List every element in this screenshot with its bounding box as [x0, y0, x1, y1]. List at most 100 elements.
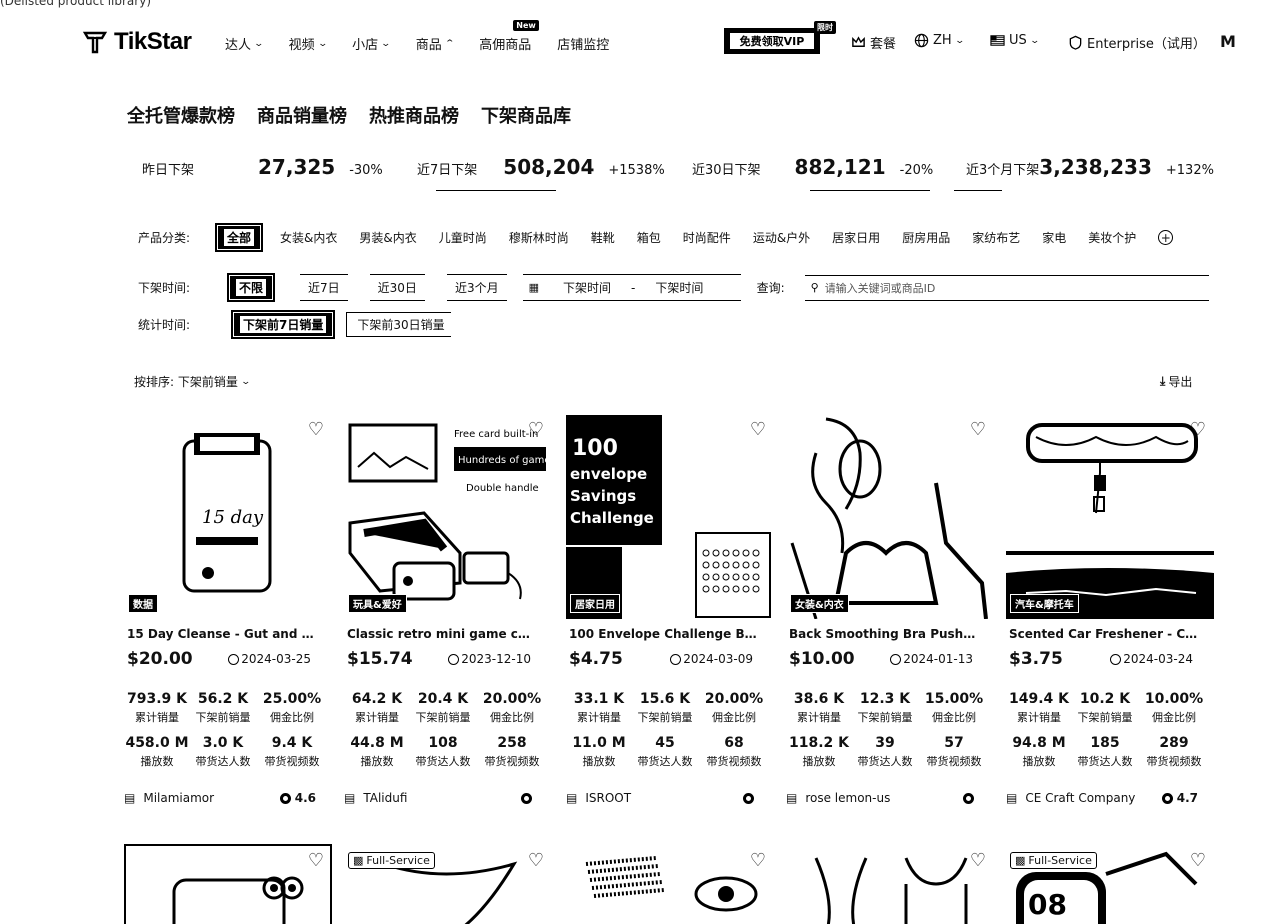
tab-3[interactable]: 下架商品库 — [481, 102, 571, 128]
search-input[interactable]: ⚲ 请输入关键词或商品ID — [804, 274, 1209, 301]
product-card[interactable]: ♡ 汽车&摩托车 Scented Car Freshener - Car Ai...… — [1006, 413, 1214, 805]
price-row: $3.75 2024-03-24 — [1009, 649, 1193, 669]
heart-icon[interactable]: ♡ — [308, 852, 324, 870]
more-categories-icon[interactable]: + — [1158, 230, 1174, 245]
time-option-all[interactable]: 不限 — [226, 273, 276, 302]
product-card-partial[interactable]: 08 ▩ Full-Service ♡ — [1006, 844, 1214, 924]
nav-item-3[interactable]: 商品 ⌃ — [416, 34, 455, 53]
nav-item-label: 视频 — [288, 38, 315, 53]
metric-total-sales: 38.6 K 累计销量 — [786, 691, 852, 725]
category-chip-6[interactable]: 箱包 — [637, 229, 661, 246]
product-card-partial[interactable]: ♡ — [566, 844, 774, 924]
category-chip-10[interactable]: 厨房用品 — [902, 229, 950, 246]
metric-label: 带货达人数 — [857, 755, 913, 768]
category-chip-13[interactable]: 美妆个护 — [1088, 229, 1136, 246]
chevron-down-icon: ⌄ — [253, 38, 265, 49]
heart-icon[interactable]: ♡ — [750, 852, 766, 870]
metric-value: 56.2 K — [197, 691, 249, 707]
date-start-field[interactable]: 下架时间 — [563, 279, 611, 296]
seller-info: ▤ Milamiamor — [124, 791, 214, 805]
time-option-3m[interactable]: 近3个月 — [446, 274, 507, 301]
enterprise-link[interactable]: Enterprise（试用） — [1068, 33, 1206, 52]
stat-option-30d[interactable]: 下架前30日销量 — [346, 312, 451, 337]
plans-link[interactable]: 套餐 — [851, 33, 896, 52]
language-selector[interactable]: ZH ⌄ — [914, 33, 965, 48]
logo[interactable]: TikStar — [82, 28, 192, 56]
metric-creators: 45 带货达人数 — [632, 735, 698, 769]
tab-1[interactable]: 商品销量榜 — [257, 102, 347, 128]
stat-underline — [436, 190, 556, 191]
heart-icon[interactable]: ♡ — [970, 421, 986, 439]
product-image[interactable]: Free card built-in Hundreds of games Doubl… — [344, 413, 552, 619]
region-selector[interactable]: US ⌄ — [990, 33, 1040, 48]
product-card[interactable]: Free card built-in Hundreds of games Doubl… — [344, 413, 552, 805]
product-card-partial[interactable]: ♡ — [786, 844, 994, 924]
category-chip-11[interactable]: 家纺布艺 — [972, 229, 1020, 246]
product-card[interactable]: 100 envelope Savings Challenge ♡ 居家日用 100 Enve… — [566, 413, 774, 805]
tab-2[interactable]: 热推商品榜 — [369, 102, 459, 128]
product-title[interactable]: Classic retro mini game conso... — [347, 627, 537, 641]
category-chip-4[interactable]: 穆斯林时尚 — [509, 229, 569, 246]
category-chip-12[interactable]: 家电 — [1042, 229, 1066, 246]
product-card[interactable]: ♡ 女装&内衣 Back Smoothing Bra PushUp ... $10.0… — [786, 413, 994, 805]
seller-row[interactable]: ▤ ISROOT — [566, 791, 758, 805]
product-image[interactable]: 100 envelope Savings Challenge ♡ 居家日用 — [566, 413, 774, 619]
shield-icon — [1069, 35, 1082, 50]
metric-label: 佣金比例 — [270, 711, 314, 724]
product-image[interactable]: ♡ 女装&内衣 — [786, 413, 994, 619]
nav-item-4[interactable]: 高佣商品 New — [479, 20, 539, 53]
sort-dropdown[interactable]: 按排序: 下架前销量 ⌄ — [134, 373, 251, 390]
category-chip-0[interactable]: 全部 — [214, 223, 264, 252]
heart-icon[interactable]: ♡ — [1190, 421, 1206, 439]
time-option-7d[interactable]: 近7日 — [300, 274, 348, 301]
metric-label: 佣金比例 — [932, 711, 976, 724]
tab-0[interactable]: 全托管爆款榜 — [127, 102, 235, 128]
category-chip-9[interactable]: 居家日用 — [832, 229, 880, 246]
heart-icon[interactable]: ♡ — [750, 421, 766, 439]
category-chip-5[interactable]: 鞋靴 — [591, 229, 615, 246]
product-card-partial[interactable]: ♡ — [124, 844, 332, 924]
heart-icon[interactable]: ♡ — [308, 421, 324, 439]
category-chip-1[interactable]: 女装&内衣 — [280, 229, 337, 246]
avatar[interactable]: M — [1220, 32, 1236, 51]
nav-item-1[interactable]: 视频 ⌄ — [288, 34, 328, 53]
nav-item-0[interactable]: 达人 ⌄ — [225, 34, 265, 53]
stat-option-7d[interactable]: 下架前7日销量 — [230, 310, 336, 339]
seller-row[interactable]: ▤ rose lemon-us — [786, 791, 978, 805]
heart-icon[interactable]: ♡ — [1190, 852, 1206, 870]
product-title[interactable]: Scented Car Freshener - Car Ai... — [1009, 627, 1199, 641]
product-title[interactable]: Back Smoothing Bra PushUp ... — [789, 627, 979, 641]
nav-item-2[interactable]: 小店 ⌄ — [352, 34, 391, 53]
category-chip-2[interactable]: 男装&内衣 — [359, 229, 416, 246]
date-range-picker[interactable]: ▦ 下架时间 - 下架时间 — [522, 274, 741, 301]
product-title[interactable]: 100 Envelope Challenge Binde... — [569, 627, 759, 641]
seller-row[interactable]: ▤ Milamiamor 4.6 — [124, 791, 316, 805]
metric-total-sales: 149.4 K 累计销量 — [1006, 691, 1072, 725]
seller-row[interactable]: ▤ CE Craft Company 4.7 — [1006, 791, 1198, 805]
heart-icon[interactable]: ♡ — [528, 421, 544, 439]
nav-item-5[interactable]: 店铺监控 — [557, 34, 609, 53]
heart-icon[interactable]: ♡ — [970, 852, 986, 870]
product-card-partial[interactable]: ▩ Full-Service ♡ — [344, 844, 552, 924]
category-chip-3[interactable]: 儿童时尚 — [439, 229, 487, 246]
stat-change: +132% — [1165, 163, 1214, 178]
metric-label: 佣金比例 — [712, 711, 756, 724]
product-card[interactable]: 15 day ♡ 数据 15 Day Cleanse - Gut and Colo..… — [124, 413, 332, 805]
metric-value: 68 — [724, 735, 744, 751]
free-vip-button[interactable]: 免费领取VIP — [724, 28, 820, 54]
category-chip-7[interactable]: 时尚配件 — [683, 229, 731, 246]
heart-icon[interactable]: ♡ — [528, 852, 544, 870]
seller-row[interactable]: ▤ TAlidufi — [344, 791, 536, 805]
metric-value: 10.00% — [1144, 691, 1204, 707]
stat-underline — [954, 190, 1002, 191]
svg-text:Free card built-in: Free card built-in — [454, 429, 538, 440]
time-option-30d[interactable]: 近30日 — [369, 274, 425, 301]
product-image[interactable]: 15 day ♡ 数据 — [124, 413, 332, 619]
product-title[interactable]: 15 Day Cleanse - Gut and Colo... — [127, 627, 317, 641]
product-image[interactable]: ♡ 汽车&摩托车 — [1006, 413, 1214, 619]
category-chip-8[interactable]: 运动&户外 — [753, 229, 810, 246]
date-end-field[interactable]: 下架时间 — [655, 279, 703, 296]
stat-change: +1538% — [608, 163, 665, 178]
export-button[interactable]: ⤓ 导出 — [1160, 373, 1192, 390]
delist-date: 2024-03-09 — [670, 652, 753, 666]
